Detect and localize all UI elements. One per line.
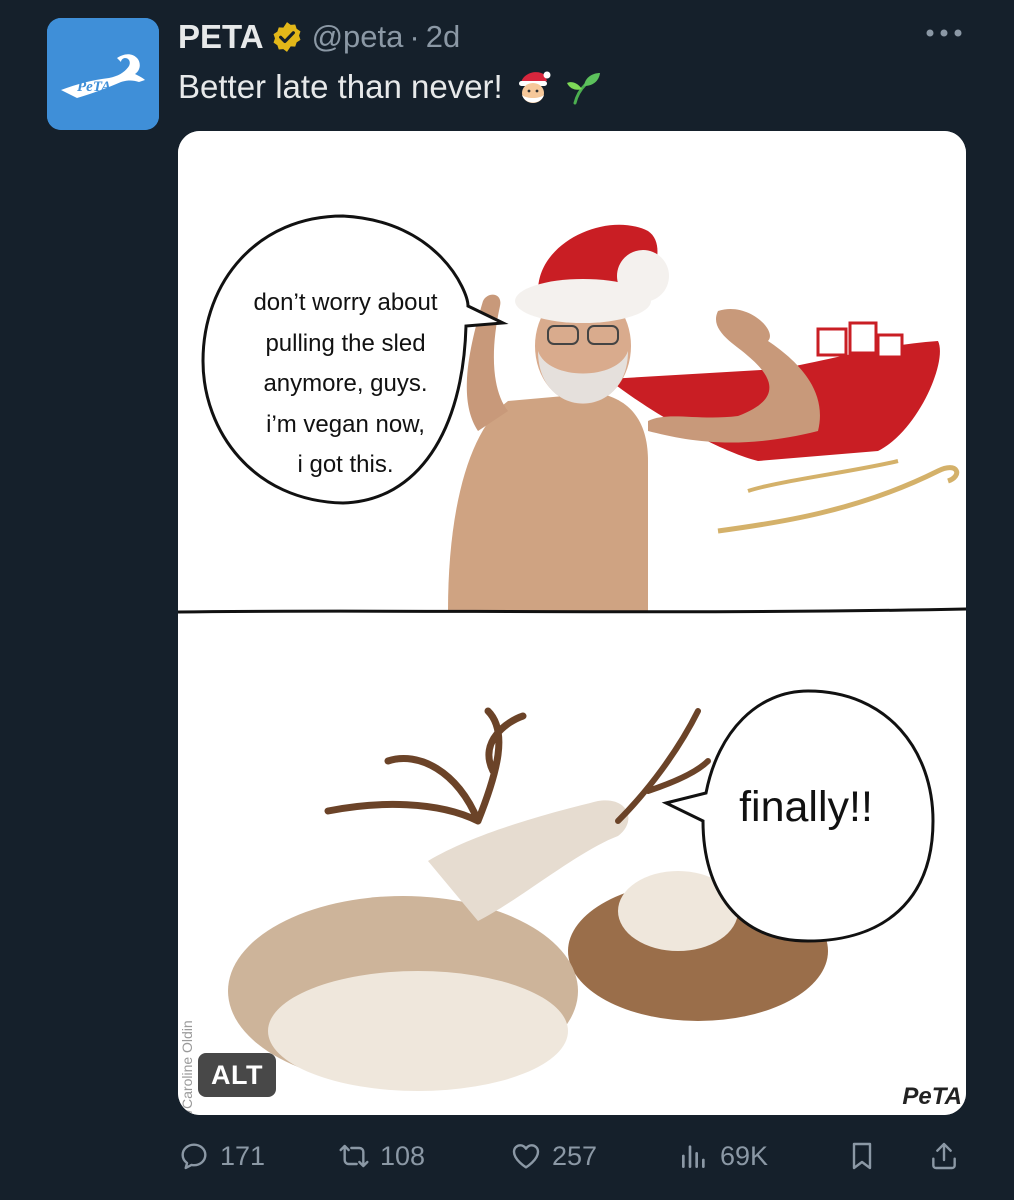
bookmark-icon	[852, 1142, 872, 1170]
bubble-line: i got this.	[297, 451, 394, 478]
action-bar: 171 108 257 69K	[178, 1134, 968, 1178]
verified-badge-icon[interactable]	[270, 20, 304, 54]
bookmark-button[interactable]	[846, 1134, 878, 1178]
seedling-emoji-icon	[566, 73, 600, 105]
tweet-header: PETA @peta · 2d	[178, 14, 460, 60]
santa-emoji-icon	[518, 71, 551, 103]
bubble-line: anymore, guys.	[263, 370, 428, 397]
author-handle[interactable]: @peta	[312, 19, 404, 55]
share-button[interactable]	[928, 1134, 960, 1178]
bubble-line: don’t worry about	[253, 289, 438, 316]
svg-text:PeTA: PeTA	[77, 79, 111, 95]
reply-button[interactable]: 171	[178, 1134, 265, 1178]
peta-logo: PeTA	[47, 18, 159, 130]
reply-icon	[181, 1143, 207, 1170]
tweet-body: Better late than never!	[178, 68, 503, 105]
more-options-icon[interactable]	[924, 26, 964, 40]
like-button[interactable]: 257	[510, 1134, 597, 1178]
avatar[interactable]: PeTA	[47, 18, 159, 130]
speech-bubble-1-text: don’t worry about pulling the sled anymo…	[208, 283, 483, 486]
reply-count: 171	[220, 1140, 266, 1171]
speech-bubble-2-text: finally!!	[739, 783, 873, 831]
tweet-image[interactable]: don’t worry about pulling the sled anymo…	[178, 131, 966, 1115]
alt-text-button[interactable]: ALT	[198, 1053, 276, 1097]
image-credit: iStock/Caroline Oldin	[179, 1020, 195, 1115]
repost-icon	[339, 1144, 369, 1168]
heart-icon	[512, 1144, 540, 1169]
views-count: 69K	[720, 1140, 769, 1171]
tweet-text: Better late than never!	[178, 62, 603, 112]
repost-count: 108	[380, 1140, 426, 1171]
share-icon	[932, 1142, 956, 1170]
like-count: 257	[552, 1140, 598, 1171]
views-chart-icon	[682, 1145, 705, 1168]
views-button[interactable]: 69K	[678, 1134, 768, 1178]
bubble-line: i’m vegan now,	[266, 410, 425, 438]
author-name[interactable]: PETA	[178, 18, 264, 56]
repost-button[interactable]: 108	[338, 1134, 425, 1178]
bubble-line: pulling the sled	[265, 329, 426, 357]
peta-watermark: PeTA	[902, 1083, 962, 1110]
separator-dot: ·	[409, 19, 420, 54]
comic-artwork	[178, 131, 966, 1115]
timestamp[interactable]: 2d	[426, 19, 460, 55]
